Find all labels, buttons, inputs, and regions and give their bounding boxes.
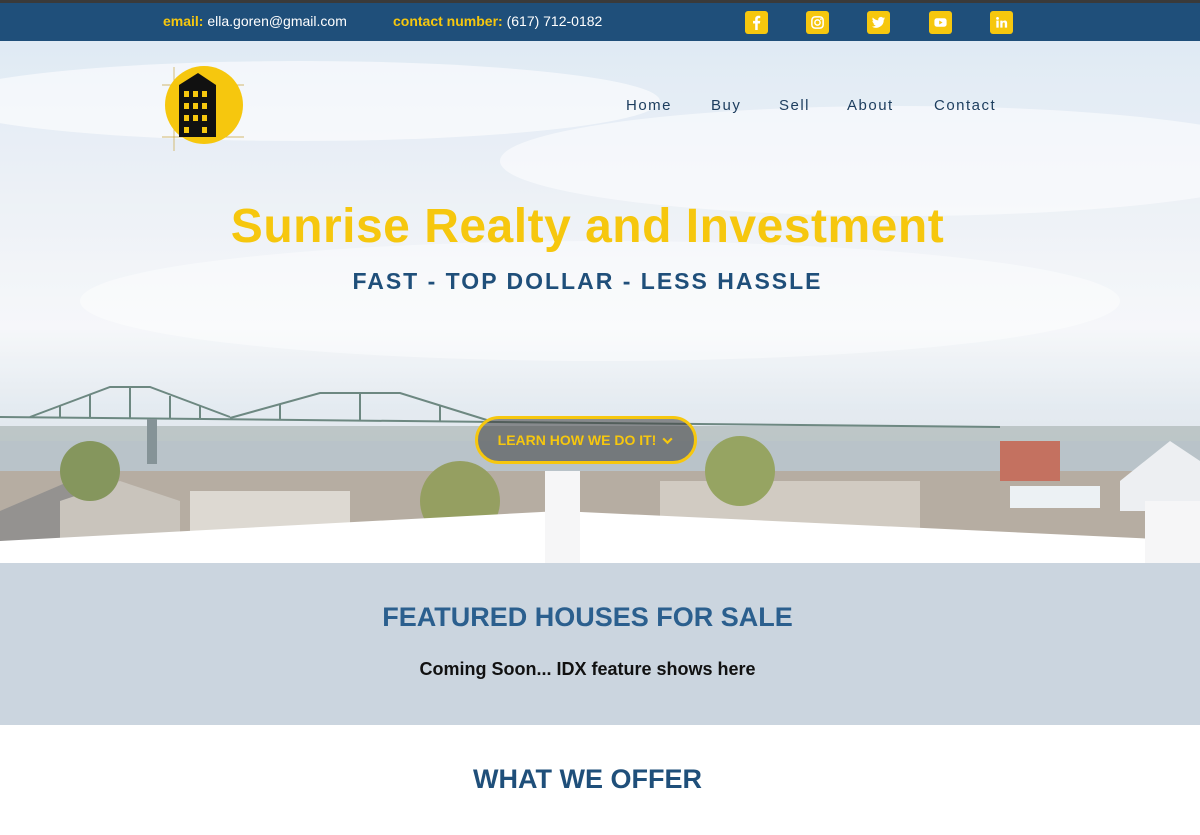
featured-title: FEATURED HOUSES FOR SALE xyxy=(382,602,793,632)
hero-subtitle: FAST - TOP DOLLAR - LESS HASSLE xyxy=(352,268,823,294)
nav-sell[interactable]: Sell xyxy=(779,97,810,117)
nav-home[interactable]: Home xyxy=(626,97,672,117)
nav-about[interactable]: About xyxy=(847,97,894,117)
phone-label: contact number: xyxy=(393,13,503,29)
linkedin-icon[interactable] xyxy=(990,11,1013,34)
twitter-icon[interactable] xyxy=(867,11,890,34)
learn-how-label: LEARN HOW WE DO IT! xyxy=(497,432,657,448)
chevron-down-icon xyxy=(662,437,673,444)
phone-value[interactable]: (617) 712-0182 xyxy=(507,13,603,29)
site-logo[interactable] xyxy=(160,63,246,155)
email-contact[interactable]: email: ella.goren@gmail.com xyxy=(163,13,347,29)
email-label: email: xyxy=(163,13,204,29)
top-contact-bar: email: ella.goren@gmail.com contact numb… xyxy=(0,0,1200,41)
nav-buy[interactable]: Buy xyxy=(711,97,741,117)
nav-contact[interactable]: Contact xyxy=(934,97,996,117)
facebook-icon[interactable] xyxy=(745,11,768,34)
youtube-icon[interactable] xyxy=(929,11,952,34)
featured-note: Coming Soon... IDX feature shows here xyxy=(419,659,756,679)
learn-how-button[interactable]: LEARN HOW WE DO IT! xyxy=(475,416,697,464)
featured-section: FEATURED HOUSES FOR SALE Coming Soon... … xyxy=(0,563,1200,725)
instagram-icon[interactable] xyxy=(806,11,829,34)
phone-contact[interactable]: contact number: (617) 712-0182 xyxy=(393,13,602,29)
offer-title: WHAT WE OFFER xyxy=(473,764,702,794)
hero-section: Home Buy Sell About Contact Sunrise Real… xyxy=(0,41,1200,563)
hero-title: Sunrise Realty and Investment xyxy=(230,200,945,253)
email-value[interactable]: ella.goren@gmail.com xyxy=(207,13,347,29)
